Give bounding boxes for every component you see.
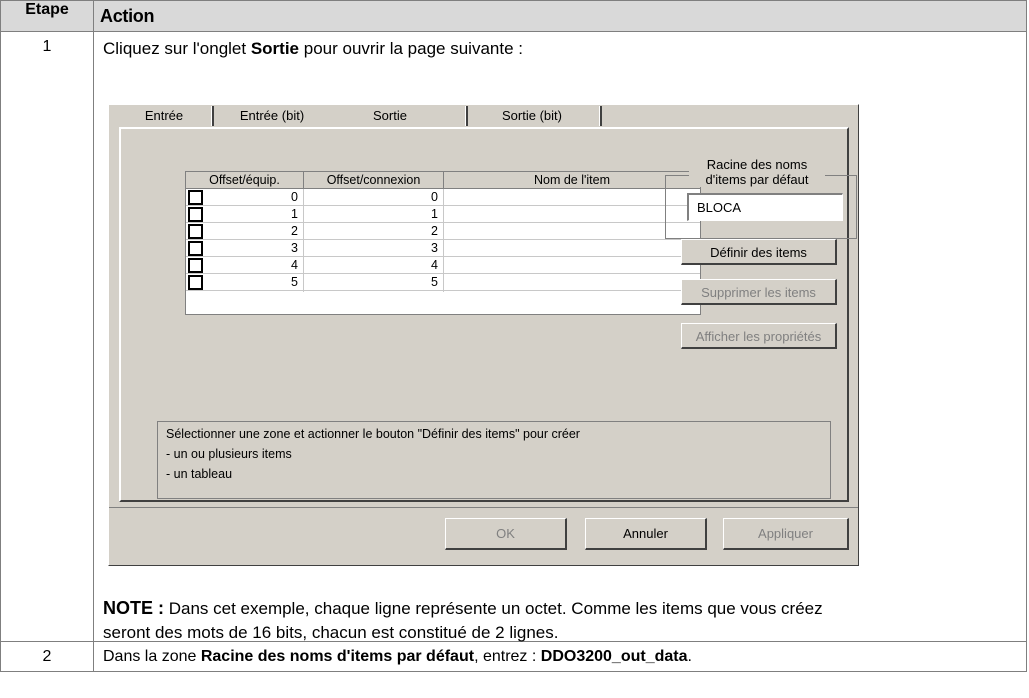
step-number: 1 bbox=[0, 31, 94, 642]
column-item-name[interactable]: Nom de l'item bbox=[444, 172, 700, 189]
help-message-box: Sélectionner une zone et actionner le bo… bbox=[157, 421, 831, 499]
offset-equip-value: 1 bbox=[291, 207, 298, 221]
delete-items-button[interactable]: Supprimer les items bbox=[681, 279, 837, 305]
define-items-button[interactable]: Définir des items bbox=[681, 239, 837, 265]
header-etape: Etape bbox=[0, 0, 94, 32]
dialog-footer: OK Annuler Appliquer bbox=[109, 507, 858, 564]
ok-button[interactable]: OK bbox=[445, 518, 567, 550]
table-header-row: Etape Action bbox=[0, 0, 1027, 32]
step-number: 2 bbox=[0, 641, 94, 672]
table-row[interactable]: 4 4 bbox=[186, 257, 700, 274]
table-row[interactable]: 0 0 bbox=[186, 189, 700, 206]
header-action: Action bbox=[93, 0, 1027, 32]
root-name-group-title: Racine des noms d'items par défaut bbox=[689, 157, 825, 187]
step-action: Dans la zone Racine des noms d'items par… bbox=[93, 641, 1027, 672]
offset-equip-value: 0 bbox=[291, 190, 298, 204]
offset-connexion-value: 3 bbox=[431, 241, 438, 255]
table-row[interactable]: 3 3 bbox=[186, 240, 700, 257]
row-checkbox[interactable] bbox=[188, 207, 203, 222]
tab-panel-sortie: Offset/équip. Offset/connexion Nom de l'… bbox=[119, 127, 857, 502]
offset-connexion-value: 5 bbox=[431, 275, 438, 289]
offset-connexion-value: 1 bbox=[431, 207, 438, 221]
step-1-instruction: Cliquez sur l'onglet Sortie pour ouvrir … bbox=[103, 39, 523, 58]
help-message-line: - un ou plusieurs items bbox=[166, 447, 292, 461]
offset-connexion-value: 2 bbox=[431, 224, 438, 238]
column-offset-connexion[interactable]: Offset/connexion bbox=[304, 172, 444, 189]
tab-entree[interactable]: Entrée bbox=[129, 105, 199, 127]
offset-equip-value: 2 bbox=[291, 224, 298, 238]
show-properties-button[interactable]: Afficher les propriétés bbox=[681, 323, 837, 349]
tab-sortie-bit[interactable]: Sortie (bit) bbox=[477, 105, 587, 127]
row-checkbox[interactable] bbox=[188, 224, 203, 239]
row-checkbox[interactable] bbox=[188, 190, 203, 205]
offset-equip-value: 4 bbox=[291, 258, 298, 272]
column-offset-equip[interactable]: Offset/équip. bbox=[186, 172, 304, 189]
tab-divider bbox=[599, 106, 602, 126]
tab-divider bbox=[211, 106, 214, 126]
cancel-button[interactable]: Annuler bbox=[585, 518, 707, 550]
table-row-step-2: 2 Dans la zone Racine des noms d'items p… bbox=[0, 641, 1027, 672]
root-name-input[interactable]: BLOCA bbox=[687, 193, 843, 221]
offset-equip-value: 3 bbox=[291, 241, 298, 255]
offset-connexion-value: 4 bbox=[431, 258, 438, 272]
items-grid[interactable]: Offset/équip. Offset/connexion Nom de l'… bbox=[185, 171, 701, 315]
table-row[interactable]: 1 1 bbox=[186, 206, 700, 223]
tab-divider bbox=[465, 106, 468, 126]
help-message-line: - un tableau bbox=[166, 467, 233, 481]
offset-equip-value: 5 bbox=[291, 275, 298, 289]
row-checkbox[interactable] bbox=[188, 275, 203, 290]
tab-entree-bit[interactable]: Entrée (bit) bbox=[217, 105, 327, 127]
table-row[interactable]: 5 5 bbox=[186, 274, 700, 291]
tab-sortie[interactable]: Sortie bbox=[335, 105, 445, 127]
table-row[interactable]: 2 2 bbox=[186, 223, 700, 240]
row-checkbox[interactable] bbox=[188, 241, 203, 256]
offset-connexion-value: 0 bbox=[431, 190, 438, 204]
items-dialog: Entrée Entrée (bit) Sortie Sortie (bit) … bbox=[108, 104, 859, 566]
apply-button[interactable]: Appliquer bbox=[723, 518, 849, 550]
step-1-note: NOTE : Dans cet exemple, chaque ligne re… bbox=[103, 598, 823, 642]
help-message-line: Sélectionner une zone et actionner le bo… bbox=[166, 427, 580, 441]
row-checkbox[interactable] bbox=[188, 258, 203, 273]
